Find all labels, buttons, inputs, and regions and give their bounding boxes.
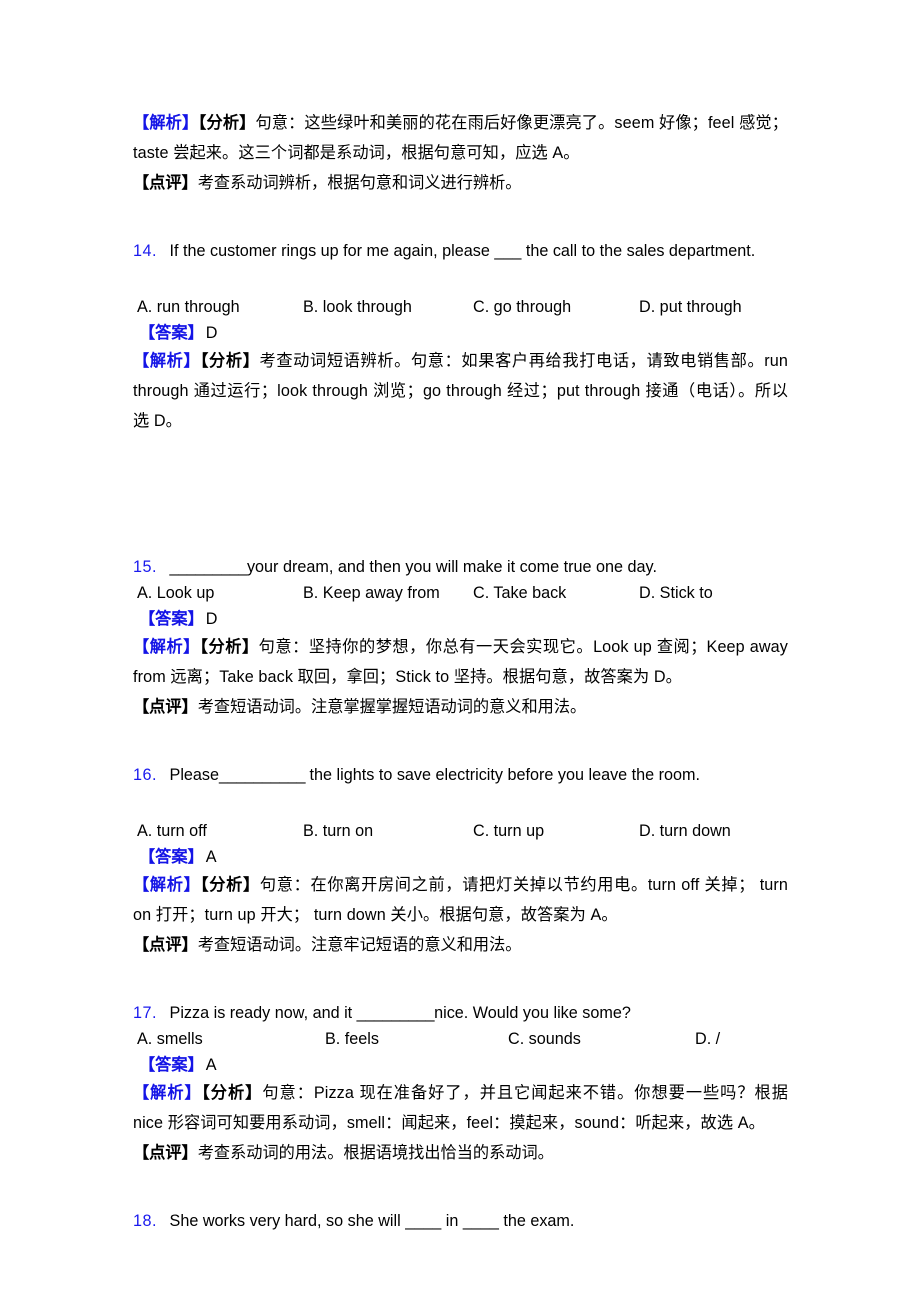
q13-explanation: 【解析】【分析】句意：这些绿叶和美丽的花在雨后好像更漂亮了。seem 好像；fe… <box>133 12 788 168</box>
question-18-stem: She works very hard, so she will ____ in… <box>169 1212 575 1230</box>
question-17-stem-pre: Pizza is ready now, and it <box>169 1004 357 1022</box>
question-17-stem-post: nice. Would you like some? <box>434 1004 631 1022</box>
daan-label: 【答案】 <box>139 1056 204 1074</box>
question-17-explanation: 【解析】【分析】句意：Pizza 现在准备好了，并且它闻起来不错。你想要一些吗？… <box>133 1078 788 1138</box>
dianping-label: 【点评】 <box>133 698 198 716</box>
question-16-option-d[interactable]: D. turn down <box>639 818 731 844</box>
question-15-stem-row: 15. _________your dream, and then you wi… <box>133 554 788 580</box>
question-17-option-d[interactable]: D. / <box>695 1026 720 1052</box>
dianping-label: 【点评】 <box>133 174 198 192</box>
question-14-stem-gap <box>133 264 788 294</box>
question-16-stem-gap <box>133 788 788 818</box>
question-16-option-b[interactable]: B. turn on <box>303 818 373 844</box>
question-16-stem-pre: Please <box>169 766 220 784</box>
question-16-stem-row: 16. Please__________ the lights to save … <box>133 762 788 788</box>
question-15-stem: your dream, and then you will make it co… <box>246 558 657 576</box>
question-15-option-d[interactable]: D. Stick to <box>639 580 713 606</box>
daan-label: 【答案】 <box>139 324 204 342</box>
question-14-option-b[interactable]: B. look through <box>303 294 412 320</box>
q13-comment-body: 考查系动词辨析，根据句意和词义进行辨析。 <box>197 174 522 192</box>
jiexi-label: 【解析】 <box>133 352 201 370</box>
question-16-answer-row: 【答案】 A <box>139 844 788 870</box>
question-15-number: 15. <box>133 558 158 576</box>
question-14-explanation: 【解析】【分析】考查动词短语辨析。句意：如果客户再给我打电话，请致电销售部。ru… <box>133 346 788 436</box>
top-margin-spacer <box>133 0 788 12</box>
question-16-answer: A <box>205 848 217 866</box>
q13-comment: 【点评】考查系动词辨析，根据句意和词义进行辨析。 <box>133 168 788 198</box>
question-16-comment-body: 考查短语动词。注意牢记短语的意义和用法。 <box>197 936 522 954</box>
question-16-blank: __________ <box>219 766 306 784</box>
daan-label: 【答案】 <box>139 610 204 628</box>
dianping-label: 【点评】 <box>133 936 198 954</box>
question-15-option-c[interactable]: C. Take back <box>473 580 566 606</box>
question-16-option-c[interactable]: C. turn up <box>473 818 544 844</box>
q17-q18-spacer <box>133 1168 788 1208</box>
fenxi-label: 【分析】 <box>200 352 260 370</box>
question-17-options: A. smells B. feels C. sounds D. / <box>133 1026 788 1052</box>
question-14-option-c[interactable]: C. go through <box>473 294 571 320</box>
question-15-comment-body: 考查短语动词。注意掌握掌握短语动词的意义和用法。 <box>197 698 587 716</box>
jiexi-label: 【解析】 <box>133 638 200 656</box>
question-16-number: 16. <box>133 766 158 784</box>
question-17-option-b[interactable]: B. feels <box>325 1026 379 1052</box>
jiexi-label: 【解析】 <box>133 1084 202 1102</box>
question-16-comment: 【点评】考查短语动词。注意牢记短语的意义和用法。 <box>133 930 788 960</box>
question-15-blank: _________ <box>169 558 248 576</box>
question-18-stem-row: 18. She works very hard, so she will ___… <box>133 1208 788 1234</box>
document-page: 【解析】【分析】句意：这些绿叶和美丽的花在雨后好像更漂亮了。seem 好像；fe… <box>0 0 920 1302</box>
question-17-comment: 【点评】考查系动词的用法。根据语境找出恰当的系动词。 <box>133 1138 788 1168</box>
question-14-option-a[interactable]: A. run through <box>137 294 240 320</box>
question-16-options: A. turn off B. turn on C. turn up D. tur… <box>133 818 788 844</box>
question-14-options: A. run through B. look through C. go thr… <box>133 294 788 320</box>
question-17-answer: A <box>205 1056 217 1074</box>
question-16-option-a[interactable]: A. turn off <box>137 818 207 844</box>
q13-q14-spacer <box>133 198 788 238</box>
question-17-number: 17. <box>133 1004 158 1022</box>
fenxi-label: 【分析】 <box>200 876 260 894</box>
question-15-options: A. Look up B. Keep away from C. Take bac… <box>133 580 788 606</box>
question-15-comment: 【点评】考查短语动词。注意掌握掌握短语动词的意义和用法。 <box>133 692 788 722</box>
question-14-answer: D <box>205 324 218 342</box>
question-17-stem-row: 17. Pizza is ready now, and it _________… <box>133 1000 788 1026</box>
fenxi-label: 【分析】 <box>199 638 259 656</box>
question-17-blank: _________ <box>356 1004 435 1022</box>
question-15-answer: D <box>205 610 218 628</box>
question-14-option-d[interactable]: D. put through <box>639 294 742 320</box>
daan-label: 【答案】 <box>139 848 204 866</box>
jiexi-label: 【解析】 <box>133 876 201 894</box>
question-17-comment-body: 考查系动词的用法。根据语境找出恰当的系动词。 <box>197 1144 554 1162</box>
question-18-number: 18. <box>133 1212 158 1230</box>
q15-q16-spacer <box>133 722 788 762</box>
question-15-option-a[interactable]: A. Look up <box>137 580 214 606</box>
question-15-explanation: 【解析】【分析】句意：坚持你的梦想，你总有一天会实现它。Look up 查阅；K… <box>133 632 788 692</box>
q14-q15-blank-region <box>133 436 788 554</box>
question-16-explanation: 【解析】【分析】句意：在你离开房间之前，请把灯关掉以节约用电。turn off … <box>133 870 788 930</box>
question-14-answer-row: 【答案】 D <box>139 320 788 346</box>
question-15-option-b[interactable]: B. Keep away from <box>303 580 440 606</box>
dianping-label: 【点评】 <box>133 1144 198 1162</box>
jiexi-label: 【解析】 <box>133 114 199 132</box>
question-14-stem: If the customer rings up for me again, p… <box>169 242 756 260</box>
document-content: 【解析】【分析】句意：这些绿叶和美丽的花在雨后好像更漂亮了。seem 好像；fe… <box>133 0 788 1234</box>
q16-q17-spacer <box>133 960 788 1000</box>
question-14-number: 14. <box>133 242 158 260</box>
fenxi-label: 【分析】 <box>198 114 256 132</box>
question-17-option-a[interactable]: A. smells <box>137 1026 203 1052</box>
question-17-answer-row: 【答案】 A <box>139 1052 788 1078</box>
fenxi-label: 【分析】 <box>201 1084 263 1102</box>
question-17-option-c[interactable]: C. sounds <box>508 1026 581 1052</box>
question-14-stem-row: 14. If the customer rings up for me agai… <box>133 238 788 264</box>
question-16-stem-post: the lights to save electricity before yo… <box>305 766 701 784</box>
question-15-answer-row: 【答案】 D <box>139 606 788 632</box>
